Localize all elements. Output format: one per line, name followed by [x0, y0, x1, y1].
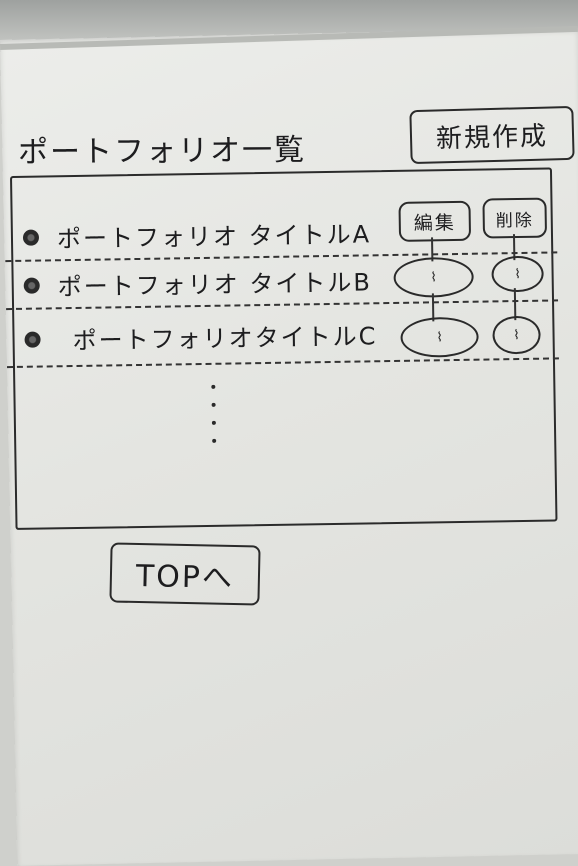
portfolio-title[interactable]: ポートフォリオ タイトルA	[57, 214, 372, 254]
top-page-button[interactable]: TOPへ	[109, 542, 261, 606]
row-divider	[6, 357, 559, 369]
portfolio-list-panel: 編集 削除 ポートフォリオ タイトルA ポートフォリオ タイトルB ポートフォリ…	[5, 167, 559, 530]
more-items-ellipsis-icon	[211, 384, 217, 443]
list-item: ポートフォリオ タイトルA	[5, 206, 558, 263]
edit-button-mark-icon: ⌇	[430, 269, 437, 285]
bullet-icon	[24, 331, 41, 348]
bullet-icon	[22, 229, 40, 246]
portfolio-title[interactable]: ポートフォリオタイトルC	[72, 316, 377, 356]
bullet-icon	[23, 277, 40, 294]
delete-button-mark-icon: ⌇	[514, 266, 521, 282]
portfolio-title[interactable]: ポートフォリオ タイトルB	[57, 262, 372, 302]
page-title: ポートフォリオ一覧	[17, 132, 307, 171]
new-portfolio-button[interactable]: 新規作成	[409, 105, 575, 165]
edit-button-mark-icon: ⌇	[436, 329, 443, 345]
delete-button-mark-icon: ⌇	[513, 327, 520, 343]
